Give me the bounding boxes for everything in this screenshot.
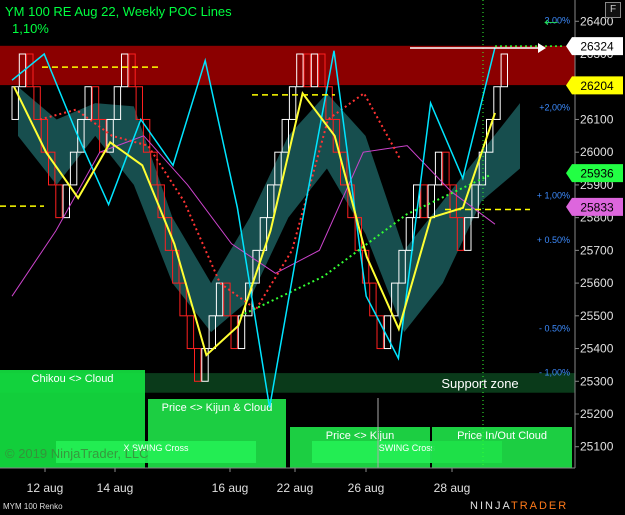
percent-level-label: + 0.50% xyxy=(537,235,570,245)
chart-title: YM 100 RE Aug 22, Weekly POC Lines xyxy=(5,4,232,19)
chart-window: Support zone Chikou <> Cloud Price <> Kiju… xyxy=(0,0,625,515)
y-tick-label: 26100 xyxy=(580,112,614,126)
percent-level-label: + 1,00% xyxy=(537,191,570,201)
y-tick-label: 25700 xyxy=(580,243,614,257)
signal-panel-label: Price <> Kijun & Cloud xyxy=(162,402,273,414)
percent-level-label: - 1,00% xyxy=(539,367,570,377)
y-tick-label: 26000 xyxy=(580,145,614,159)
renko-brick xyxy=(376,315,384,350)
y-tick-label: 25100 xyxy=(580,440,614,454)
renko-brick xyxy=(288,86,297,120)
percent-level-label: - 0.50% xyxy=(539,323,570,333)
renko-brick xyxy=(55,184,63,219)
renko-brick xyxy=(420,184,428,219)
instrument-label: MYM 100 Renko xyxy=(3,502,63,511)
price-label-text: 25936 xyxy=(580,167,614,181)
y-tick-label: 25300 xyxy=(580,374,614,388)
y-tick-label: 25400 xyxy=(580,342,614,356)
price-label-text: 25833 xyxy=(580,200,614,214)
signal-panel-label: Price <> Kijun xyxy=(326,430,394,442)
renko-brick xyxy=(186,315,195,350)
flag-button[interactable]: F xyxy=(605,2,621,18)
signal-panel-label: Price In/Out Cloud xyxy=(457,430,547,442)
x-tick-label: 22 aug xyxy=(277,481,314,495)
price-label-text: 26324 xyxy=(580,40,614,54)
logo-left-text: NINJA xyxy=(470,500,511,512)
x-tick-label: 28 aug xyxy=(434,481,471,495)
ichimoku-cloud xyxy=(18,86,520,333)
price-label-text: 26204 xyxy=(580,79,614,93)
arrow-left-icon: ← xyxy=(540,6,562,31)
y-tick-label: 25600 xyxy=(580,276,614,290)
x-tick-label: 12 aug xyxy=(27,481,64,495)
y-tick-label: 25200 xyxy=(580,407,614,421)
signal-panel-label: SWING Cross xyxy=(379,443,436,453)
x-tick-label: 26 aug xyxy=(348,481,385,495)
signal-panel-label: Chikou <> Cloud xyxy=(32,373,114,385)
chart-subtitle: 1,10% xyxy=(12,21,49,36)
renko-brick xyxy=(434,151,443,186)
y-tick-label: 25500 xyxy=(580,309,614,323)
renko-brick xyxy=(369,282,377,317)
logo-right-text: TRADER xyxy=(510,500,569,512)
copyright-text: © 2019 NinjaTrader, LLC xyxy=(5,446,149,461)
x-tick-label: 14 aug xyxy=(97,481,134,495)
x-tick-label: 16 aug xyxy=(212,481,249,495)
percent-level-label: +2,00% xyxy=(539,102,570,112)
resistance-zone xyxy=(0,45,575,86)
ninjatrader-logo: NINJATRADER xyxy=(470,500,568,512)
renko-chart: Support zone Chikou <> Cloud Price <> Kiju… xyxy=(0,0,623,495)
renko-brick xyxy=(442,151,450,186)
support-zone-label: Support zone xyxy=(441,376,518,391)
renko-brick xyxy=(135,86,144,120)
